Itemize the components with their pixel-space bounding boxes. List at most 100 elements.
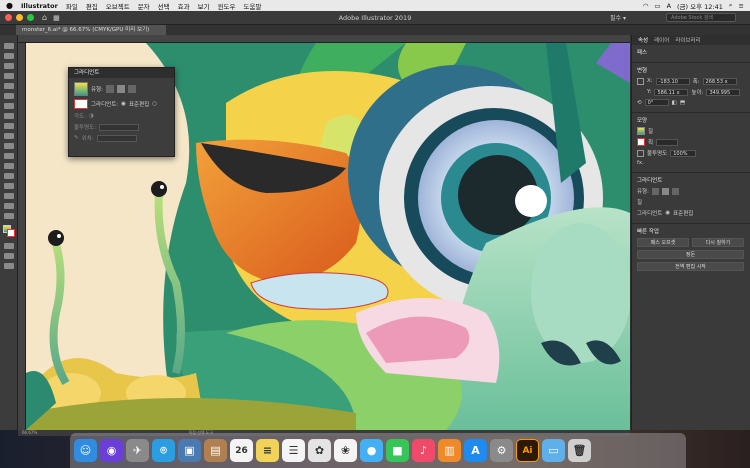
zoom-button[interactable] [27,14,34,21]
rectangle-tool-icon[interactable] [4,113,14,119]
magic-wand-tool-icon[interactable] [4,63,14,69]
screen-mode-icon[interactable] [4,253,14,259]
minimize-button[interactable] [16,14,23,21]
selection-tool-icon[interactable] [4,43,14,49]
radial-gradient-icon[interactable] [116,85,125,93]
gradient-panel-title[interactable]: 그라디언트 [69,68,174,78]
dock-siri-icon[interactable]: ◉ [100,439,123,462]
eyedropper-tool-icon[interactable] [4,213,14,219]
stock-search-input[interactable]: Adobe Stock 검색 [666,13,736,22]
tab-layers[interactable]: 레이어 [654,36,669,44]
dock-messages-icon[interactable]: ● [360,439,383,462]
dock-calendar-icon[interactable]: 26 [230,439,253,462]
stroke-weight-field[interactable] [656,138,679,146]
menu-help[interactable]: 도움말 [244,1,262,11]
dock-illustrator-icon[interactable]: Ai [516,439,539,462]
scale-tool-icon[interactable] [4,163,14,169]
paintbrush-tool-icon[interactable] [4,123,14,129]
pen-tool-icon[interactable] [4,73,14,79]
tab-libraries[interactable]: 라이브러리 [675,36,700,44]
zoom-level[interactable]: 66.67% [22,430,37,435]
search-icon[interactable]: ⌕ [729,1,733,10]
dock-reminders-icon[interactable]: ☰ [282,439,305,462]
menu-effect[interactable]: 효과 [178,1,190,11]
pencil-tool-icon[interactable] [4,133,14,139]
menu-list-icon[interactable]: ≡ [739,2,744,10]
fx-button[interactable]: fx. [637,160,644,166]
angle-field[interactable]: 0° [644,99,669,106]
gradient-angle-dial-icon[interactable]: ◑ [89,113,94,119]
opacity-field[interactable]: 100% [670,149,697,157]
dock-folder-icon[interactable]: ▭ [542,439,565,462]
gradient-edit-radio-icon[interactable]: ◉ [121,101,126,107]
dock-safari-icon[interactable]: ⌾ [152,439,175,462]
dock-photos-app-icon[interactable]: ✿ [308,439,331,462]
y-field[interactable]: 586.11 x [654,88,689,96]
stroke-swatch-icon[interactable] [7,229,15,237]
gradient-opacity-field[interactable] [99,123,140,131]
input-source-icon[interactable]: A [667,2,671,10]
dock-books-icon[interactable]: ▥ [438,439,461,462]
offset-path-button[interactable]: 패스 오프셋 [637,238,689,247]
flip-vertical-icon[interactable]: ⬒ [680,100,685,106]
line-radio-icon[interactable]: ○ [152,101,157,107]
x-field[interactable]: -183.10 [655,77,690,85]
menu-type[interactable]: 문자 [138,1,150,11]
edit-toolbar-icon[interactable] [4,263,14,269]
close-button[interactable] [5,14,12,21]
dock-finder-icon[interactable]: ☺ [74,439,97,462]
dock-launchpad-icon[interactable]: ✈ [126,439,149,462]
menu-window[interactable]: 윈도우 [218,1,236,11]
linear-icon[interactable] [651,187,659,195]
menu-view[interactable]: 보기 [198,1,210,11]
shape-builder-tool-icon[interactable] [4,193,14,199]
arrange-button[interactable]: 정돈 [637,250,744,259]
eyedropper-icon[interactable]: ✎ [74,135,79,141]
gradient-location-field[interactable] [96,134,137,142]
gradient-preview-swatch[interactable] [74,82,88,96]
document-tab[interactable]: monster_6.ai* @ 66.67% (CMYK/GPU 미리 보기) [16,25,166,35]
freeform-gradient-icon[interactable] [127,85,136,93]
dock-contacts-icon[interactable]: ▤ [204,439,227,462]
radial-icon[interactable] [661,187,669,195]
drawing-mode-icon[interactable] [4,243,14,249]
dock-notes-icon[interactable]: ≡ [256,439,279,462]
free-transform-tool-icon[interactable] [4,183,14,189]
menu-select[interactable]: 선택 [158,1,170,11]
menu-edit[interactable]: 편집 [86,1,98,11]
reference-point-icon[interactable] [637,77,644,85]
fill-color-swatch[interactable] [637,127,645,135]
linear-gradient-icon[interactable] [105,85,114,93]
layout-icon[interactable]: ▦ [53,14,60,22]
direct-selection-tool-icon[interactable] [4,53,14,59]
h-field[interactable]: 349.995 [706,88,741,96]
gradient-tool-icon[interactable] [4,203,14,209]
stroke-preview-swatch[interactable] [74,99,88,109]
flip-horizontal-icon[interactable]: ◧ [672,100,677,106]
type-tool-icon[interactable] [4,93,14,99]
rotate-tool-icon[interactable] [4,153,14,159]
menu-object[interactable]: 오브젝트 [106,1,130,11]
artboard-canvas[interactable]: 그라디언트 유형: 그라디언트: ◉ 표준편집 ○ 각도: ◑ 불투명도: ✎ … [26,43,630,430]
tab-properties[interactable]: 속성 [638,36,648,44]
start-global-edit-button[interactable]: 전역 편집 시작 [637,262,744,271]
menu-file[interactable]: 파일 [66,1,78,11]
eraser-tool-icon[interactable] [4,143,14,149]
dock-system-prefs-icon[interactable]: ⚙ [490,439,513,462]
dock-photos-icon[interactable]: ❀ [334,439,357,462]
wifi-icon[interactable]: ◠ [643,2,649,10]
stroke-color-swatch[interactable] [637,138,645,146]
curvature-tool-icon[interactable] [4,83,14,89]
horizontal-ruler[interactable] [18,35,630,43]
line-tool-icon[interactable] [4,103,14,109]
battery-icon[interactable]: ▭ [654,2,660,10]
freeform-icon[interactable] [671,187,679,195]
workspace-switcher[interactable]: 필수 ▾ [610,13,626,22]
w-field[interactable]: 268.53 x [702,77,737,85]
dock-music-icon[interactable]: ♪ [412,439,435,462]
apple-icon[interactable]: ● [6,1,13,10]
dock-app-store-icon[interactable]: A [464,439,487,462]
dock-preview-icon[interactable]: ▣ [178,439,201,462]
dock-facetime-icon[interactable]: ■ [386,439,409,462]
dock-trash-icon[interactable]: 🗑 [568,439,591,462]
